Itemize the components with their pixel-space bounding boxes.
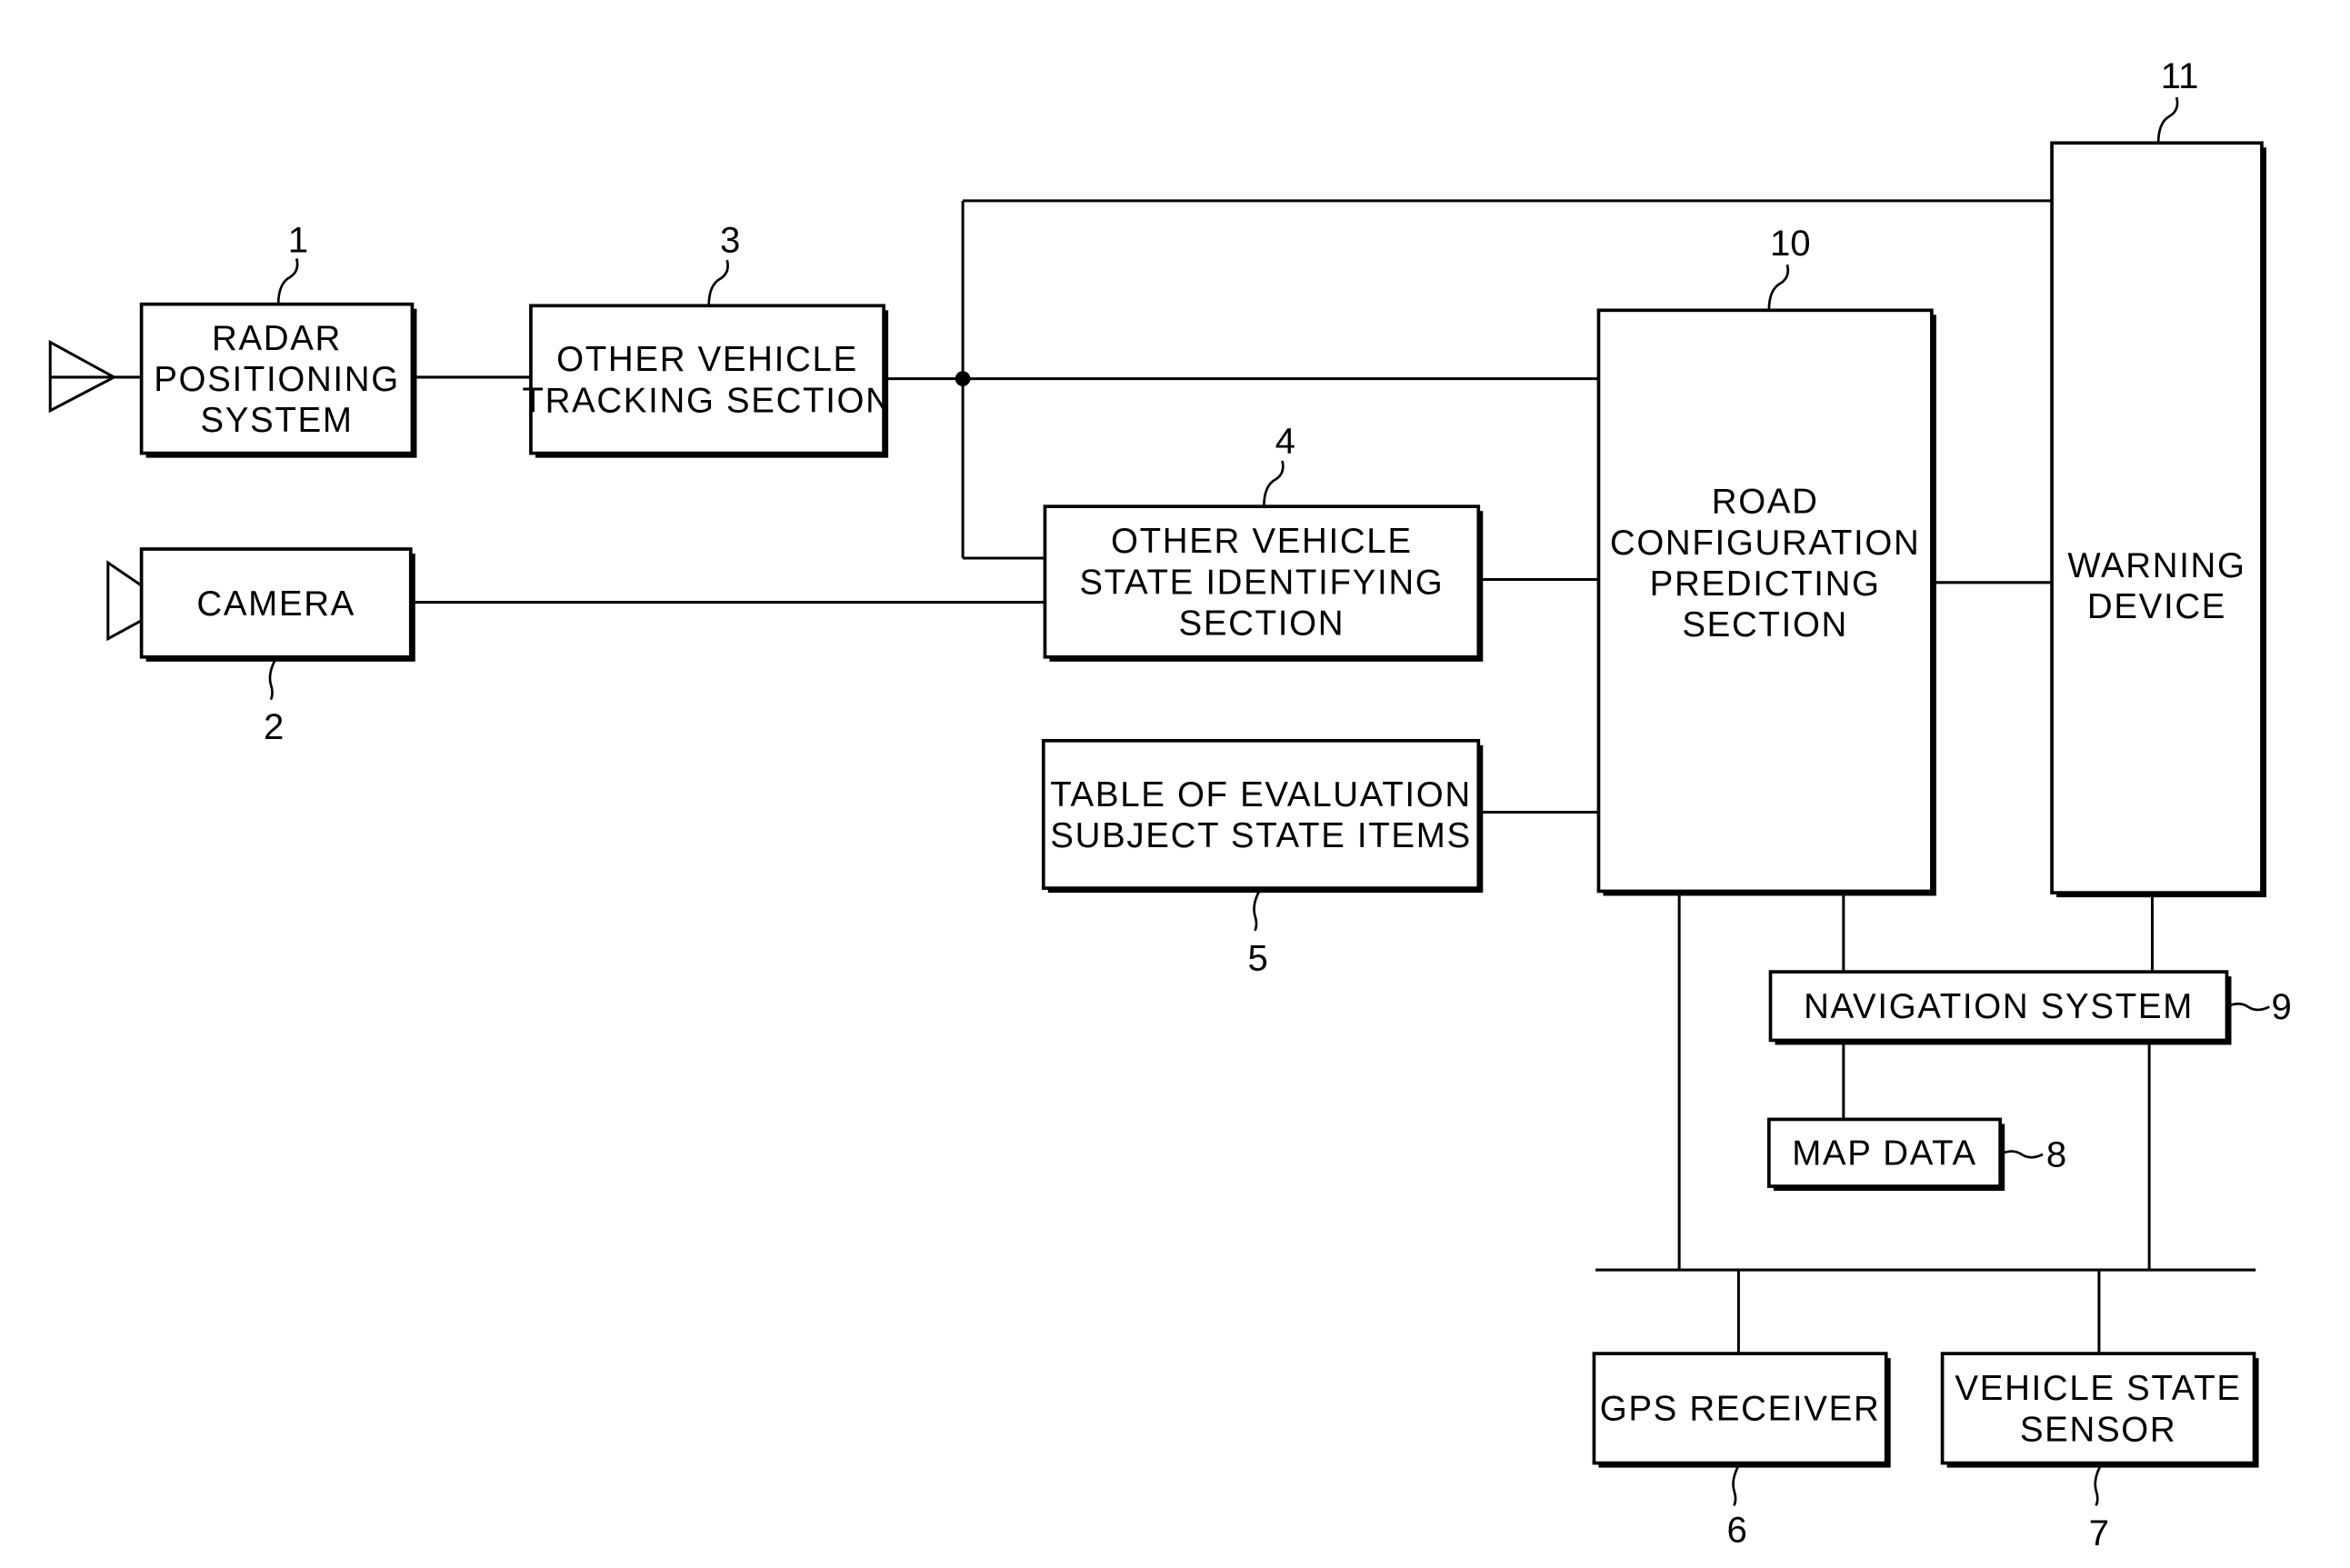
block-frame	[2050, 141, 2264, 894]
reference-numeral: 11	[2161, 55, 2199, 96]
reference-numeral: 1	[288, 220, 308, 261]
reference-leader-line	[1999, 1150, 2044, 1159]
block-label-line: SECTION	[1682, 605, 1848, 644]
map-data-block: MAP DATA	[1767, 1117, 2005, 1192]
reference-leader-line	[1767, 264, 1790, 311]
block-label-line: DEVICE	[2087, 587, 2226, 626]
block-label-line: SYSTEM	[200, 401, 353, 440]
block-label-line: TABLE OF EVALUATION	[1050, 775, 1472, 814]
reference-leader-line	[276, 258, 299, 305]
reference-leader-line	[1253, 887, 1263, 932]
block-label-line: SECTION	[1179, 604, 1345, 644]
block-label-line: SENSOR	[2020, 1410, 2177, 1449]
reference-numeral: 8	[2046, 1134, 2066, 1174]
reference-numeral: 5	[1248, 937, 1268, 978]
block-label-line: GPS RECEIVER	[1600, 1390, 1881, 1429]
table-of-evaluation-subject-state-items-block: TABLE OF EVALUATIONSUBJECT STATE ITEMS	[1041, 738, 1484, 894]
block-label-line: NAVIGATION SYSTEM	[1804, 987, 2194, 1026]
junction-dot	[955, 371, 971, 386]
block-label-line: POSITIONING	[154, 360, 400, 399]
block-label-line: PREDICTING	[1650, 564, 1881, 604]
block-diagram: RADARPOSITIONINGSYSTEM CAMERA OTHER VEHICL…	[48, 55, 2292, 1553]
other-vehicle-tracking-section-block: OTHER VEHICLETRACKING SECTION	[522, 304, 892, 458]
road-configuration-predicting-section-block: ROADCONFIGURATIONPREDICTINGSECTION	[1596, 308, 1936, 896]
block-label-line: CAMERA	[196, 584, 355, 624]
reference-leader-line	[1263, 460, 1285, 507]
block-label-line: TRACKING SECTION	[522, 381, 892, 420]
gps-receiver-block: GPS RECEIVER	[1592, 1352, 1891, 1468]
reference-numeral: 9	[2272, 986, 2292, 1027]
block-label-line: SUBJECT STATE ITEMS	[1050, 816, 1472, 855]
reference-leader-line	[1732, 1462, 1742, 1506]
block-label-line: OTHER VEHICLE	[1111, 522, 1413, 561]
block-label-line: OTHER VEHICLE	[556, 340, 858, 379]
radar-positioning-system-block: RADARPOSITIONINGSYSTEM	[139, 302, 417, 458]
block-label-line: VEHICLE STATE	[1955, 1369, 2241, 1408]
block-label-line: ROAD	[1712, 483, 1819, 522]
reference-numeral: 10	[1770, 223, 1811, 264]
block-label-line: STATE IDENTIFYING	[1079, 563, 1444, 602]
reference-numeral: 7	[2089, 1513, 2109, 1553]
block-label-line: MAP DATA	[1792, 1134, 1977, 1174]
reference-leader-line	[707, 259, 729, 306]
block-label-line: WARNING	[2067, 546, 2245, 585]
vehicle-state-sensor-block: VEHICLE STATESENSOR	[1940, 1352, 2259, 1468]
block-label-line: CONFIGURATION	[1610, 524, 1921, 563]
camera-block: CAMERA	[139, 547, 415, 662]
camera-lens-icon	[106, 560, 144, 642]
reference-numeral: 3	[720, 220, 740, 261]
other-vehicle-state-identifying-section-block: OTHER VEHICLESTATE IDENTIFYINGSECTION	[1043, 504, 1484, 662]
reference-numeral: 6	[1727, 1510, 1747, 1551]
block-label-line: RADAR	[212, 319, 342, 358]
reference-leader-line	[268, 656, 278, 701]
reference-leader-line	[2225, 1002, 2270, 1012]
reference-numeral: 4	[1275, 421, 1295, 462]
reference-numeral: 2	[264, 706, 284, 747]
block-frame	[1041, 738, 1481, 890]
reference-leader-line	[2156, 96, 2179, 144]
reference-leader-line	[2094, 1462, 2104, 1506]
block-frame	[529, 304, 885, 455]
warning-device-block: WARNINGDEVICE	[2050, 141, 2266, 898]
navigation-system-block: NAVIGATION SYSTEM	[1768, 970, 2232, 1045]
